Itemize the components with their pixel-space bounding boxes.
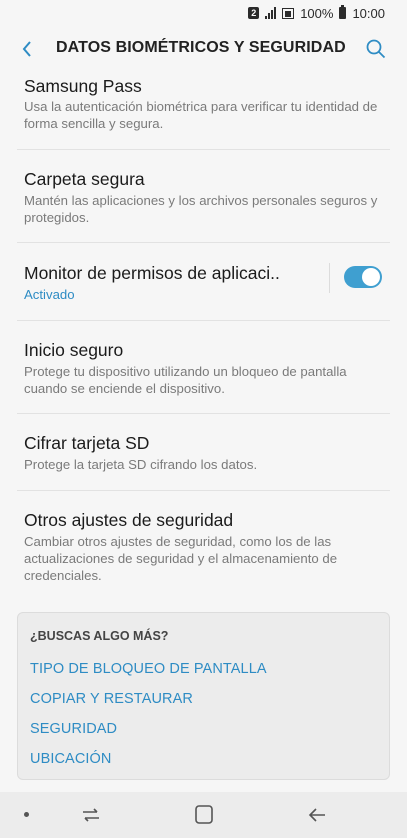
setting-subtitle: Protege la tarjeta SD cifrando los datos…	[24, 457, 258, 472]
suggestions-heading: ¿BUSCAS ALGO MÁS?	[30, 629, 169, 643]
setting-status: Activado	[24, 287, 75, 302]
navigation-bar	[0, 792, 407, 838]
setting-samsung-pass[interactable]: Samsung Pass Usa la autenticación biomét…	[17, 72, 390, 150]
suggestions-card: ¿BUSCAS ALGO MÁS? TIPO DE BLOQUEO DE PAN…	[17, 612, 390, 780]
suggestion-link-copiar[interactable]: COPIAR Y RESTAURAR	[30, 691, 193, 707]
setting-title: Inicio seguro	[24, 340, 124, 360]
toggle-divider	[329, 263, 330, 293]
signal-strength-icon	[265, 7, 277, 19]
setting-inicio-seguro[interactable]: Inicio seguro Protege tu dispositivo uti…	[17, 321, 390, 414]
setting-cifrar-sd[interactable]: Cifrar tarjeta SD Protege la tarjeta SD …	[17, 414, 390, 491]
setting-subtitle: Cambiar otros ajustes de seguridad, como…	[24, 534, 338, 583]
chevron-left-icon[interactable]	[18, 39, 36, 59]
setting-title: Otros ajustes de seguridad	[24, 510, 234, 530]
setting-title: Monitor de permisos de aplicaci..	[24, 263, 280, 283]
setting-subtitle: Protege tu dispositivo utilizando un blo…	[24, 364, 347, 396]
page-title: DATOS BIOMÉTRICOS Y SEGURIDAD	[56, 39, 346, 56]
sim-badge: 2	[248, 7, 260, 19]
search-icon[interactable]	[365, 38, 387, 60]
setting-title: Carpeta segura	[24, 169, 145, 189]
permission-monitor-toggle[interactable]	[344, 266, 382, 288]
settings-list: Samsung Pass Usa la autenticación biomét…	[0, 72, 407, 583]
setting-otros-ajustes[interactable]: Otros ajustes de seguridad Cambiar otros…	[17, 491, 390, 583]
nav-indicator-dot	[24, 812, 29, 817]
status-bar: 2 100% 10:00	[0, 0, 407, 26]
app-bar: DATOS BIOMÉTRICOS Y SEGURIDAD	[0, 26, 407, 72]
setting-subtitle: Usa la autenticación biométrica para ver…	[24, 99, 378, 131]
home-icon[interactable]	[191, 803, 217, 827]
setting-carpeta-segura[interactable]: Carpeta segura Mantén las aplicaciones y…	[17, 150, 390, 243]
back-icon[interactable]	[305, 803, 331, 827]
setting-monitor-permisos[interactable]: Monitor de permisos de aplicaci.. Activa…	[17, 243, 390, 321]
recents-icon[interactable]	[78, 803, 104, 827]
clock: 10:00	[352, 5, 385, 21]
toggle-knob	[362, 268, 380, 286]
setting-title: Cifrar tarjeta SD	[24, 433, 150, 453]
wifi-signal-icon	[282, 7, 295, 19]
battery-percentage: 100%	[300, 5, 334, 21]
battery-icon	[339, 5, 347, 19]
suggestion-link-ubicacion[interactable]: UBICACIÓN	[30, 751, 111, 767]
suggestion-link-seguridad[interactable]: SEGURIDAD	[30, 721, 117, 737]
suggestion-link-bloqueo[interactable]: TIPO DE BLOQUEO DE PANTALLA	[30, 661, 267, 677]
setting-subtitle: Mantén las aplicaciones y los archivos p…	[24, 193, 378, 225]
setting-title: Samsung Pass	[24, 76, 142, 96]
